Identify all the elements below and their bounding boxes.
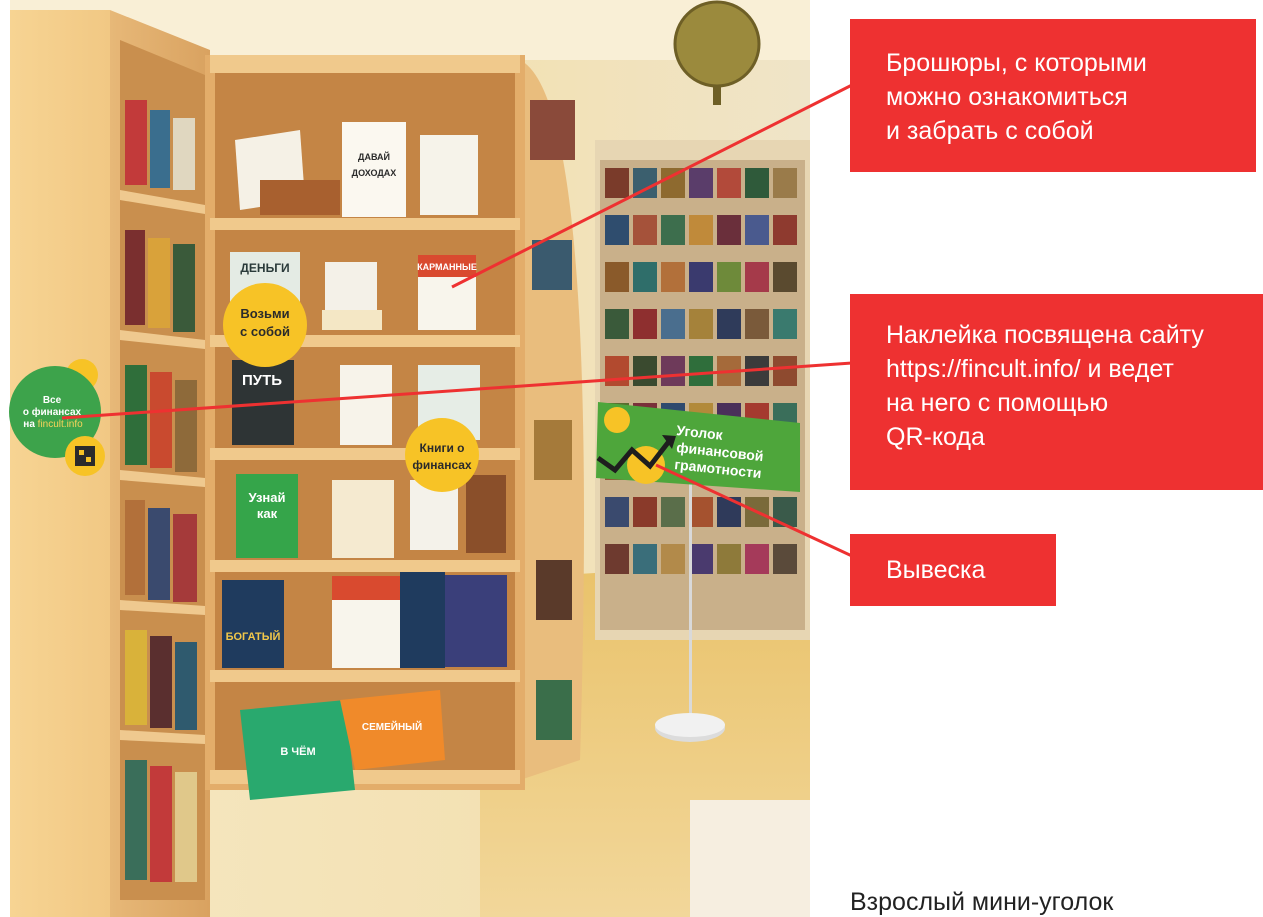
callout-sign-text: Вывеска (886, 556, 986, 584)
badge-take-line2: с собой (240, 324, 290, 339)
badge-take-line1: Возьми (240, 306, 289, 321)
svg-text:СЕМЕЙНЫЙ: СЕМЕЙНЫЙ (362, 720, 422, 733)
svg-text:КАРМАННЫЕ: КАРМАННЫЕ (417, 262, 477, 272)
sticker-prefix: на (23, 419, 37, 430)
svg-text:ДЕНЬГИ: ДЕНЬГИ (240, 261, 289, 275)
svg-text:БОГАТЫЙ: БОГАТЫЙ (226, 630, 281, 643)
svg-text:как: как (257, 506, 278, 521)
svg-text:на fincult.info: на fincult.info (23, 419, 83, 430)
svg-text:ДОХОДАХ: ДОХОДАХ (352, 168, 397, 178)
svg-text:В ЧЁМ: В ЧЁМ (280, 745, 315, 758)
callout-brochures: Брошюры, с которыми можно ознакомиться и… (850, 19, 1256, 172)
callout-brochures-text: Брошюры, с которыми можно ознакомиться и… (886, 49, 1147, 145)
svg-text:ДАВАЙ: ДАВАЙ (358, 151, 390, 162)
svg-text:ПУТЬ: ПУТЬ (242, 372, 282, 389)
sticker-site: fincult.info (38, 419, 83, 430)
callout-sign: Вывеска (850, 534, 1056, 606)
callout-sticker: Наклейка посвящена сайту https://fincult… (850, 294, 1263, 490)
badge-books-line1: Книги о (420, 441, 465, 455)
badge-books-line2: финансах (412, 458, 472, 472)
caption: Взрослый мини-уголок (850, 888, 1114, 916)
callout-sticker-text: Наклейка посвящена сайту https://fincult… (886, 321, 1204, 451)
sticker-line1: Все (43, 395, 62, 406)
svg-text:Узнай: Узнай (249, 490, 286, 505)
